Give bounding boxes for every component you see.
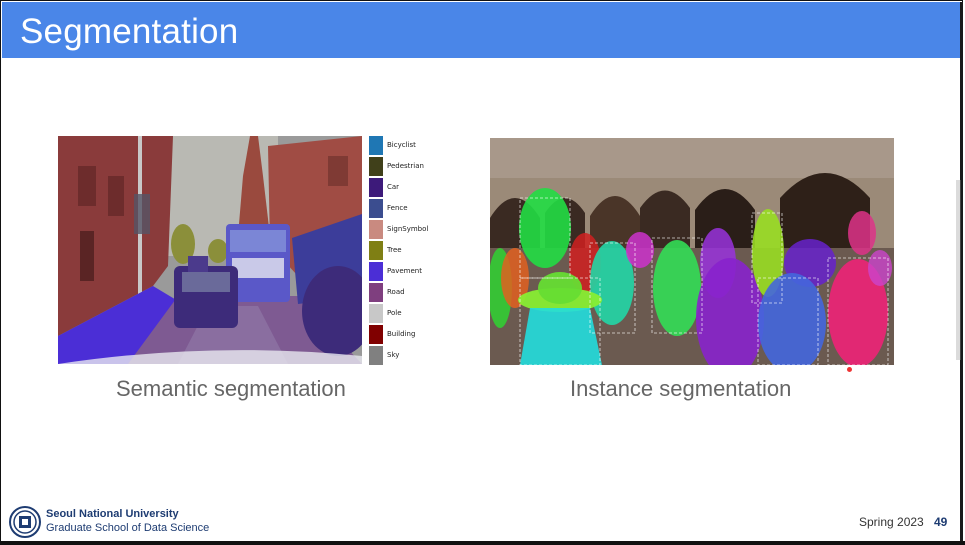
legend-swatch <box>369 178 383 197</box>
legend-label: Fence <box>387 204 408 212</box>
legend-item: Car <box>369 178 439 197</box>
pointer-dot <box>847 367 852 372</box>
legend-item: SignSymbol <box>369 220 439 239</box>
instance-segmentation-image <box>490 138 894 365</box>
legend-item: Fence <box>369 199 439 218</box>
instance-caption: Instance segmentation <box>570 376 792 401</box>
legend-label: Car <box>387 183 400 191</box>
legend-swatch <box>369 157 383 176</box>
legend-label: Pavement <box>387 267 422 275</box>
legend-swatch <box>369 325 383 344</box>
snu-logo-icon <box>9 506 41 538</box>
university-name: Seoul National University <box>46 508 179 520</box>
legend-swatch <box>369 346 383 365</box>
legend-swatch <box>369 283 383 302</box>
semantic-caption: Semantic segmentation <box>116 376 346 401</box>
semantic-segmentation-image <box>58 136 362 364</box>
legend-item: Road <box>369 283 439 302</box>
legend-label: Sky <box>387 351 400 359</box>
legend-label: Building <box>387 330 416 338</box>
legend-swatch <box>369 199 383 218</box>
legend-item: Pole <box>369 304 439 323</box>
legend-swatch <box>369 136 383 155</box>
legend-item: Sky <box>369 346 439 365</box>
legend-label: Pole <box>387 309 402 317</box>
legend-label: Pedestrian <box>387 162 424 170</box>
school-name: Graduate School of Data Science <box>46 522 210 534</box>
slide-title: Segmentation <box>20 12 239 51</box>
window-edge-bottom <box>0 541 965 545</box>
legend-item: Bicyclist <box>369 136 439 155</box>
legend-item: Pedestrian <box>369 157 439 176</box>
legend-item: Pavement <box>369 262 439 281</box>
legend-swatch <box>369 220 383 239</box>
legend-label: Tree <box>387 246 402 254</box>
legend-swatch <box>369 241 383 260</box>
legend-label: SignSymbol <box>387 225 429 233</box>
title-bar: Segmentation <box>2 2 960 58</box>
legend-label: Road <box>387 288 405 296</box>
side-scroll-marker <box>956 180 961 360</box>
page-number: 49 <box>934 515 948 529</box>
legend-item: Tree <box>369 241 439 260</box>
legend-label: Bicyclist <box>387 141 416 149</box>
legend-item: Building <box>369 325 439 344</box>
class-legend: Bicyclist Pedestrian Car Fence SignSymbo… <box>369 136 439 365</box>
term-label: Spring 2023 <box>859 515 924 529</box>
legend-swatch <box>369 304 383 323</box>
legend-swatch <box>369 262 383 281</box>
